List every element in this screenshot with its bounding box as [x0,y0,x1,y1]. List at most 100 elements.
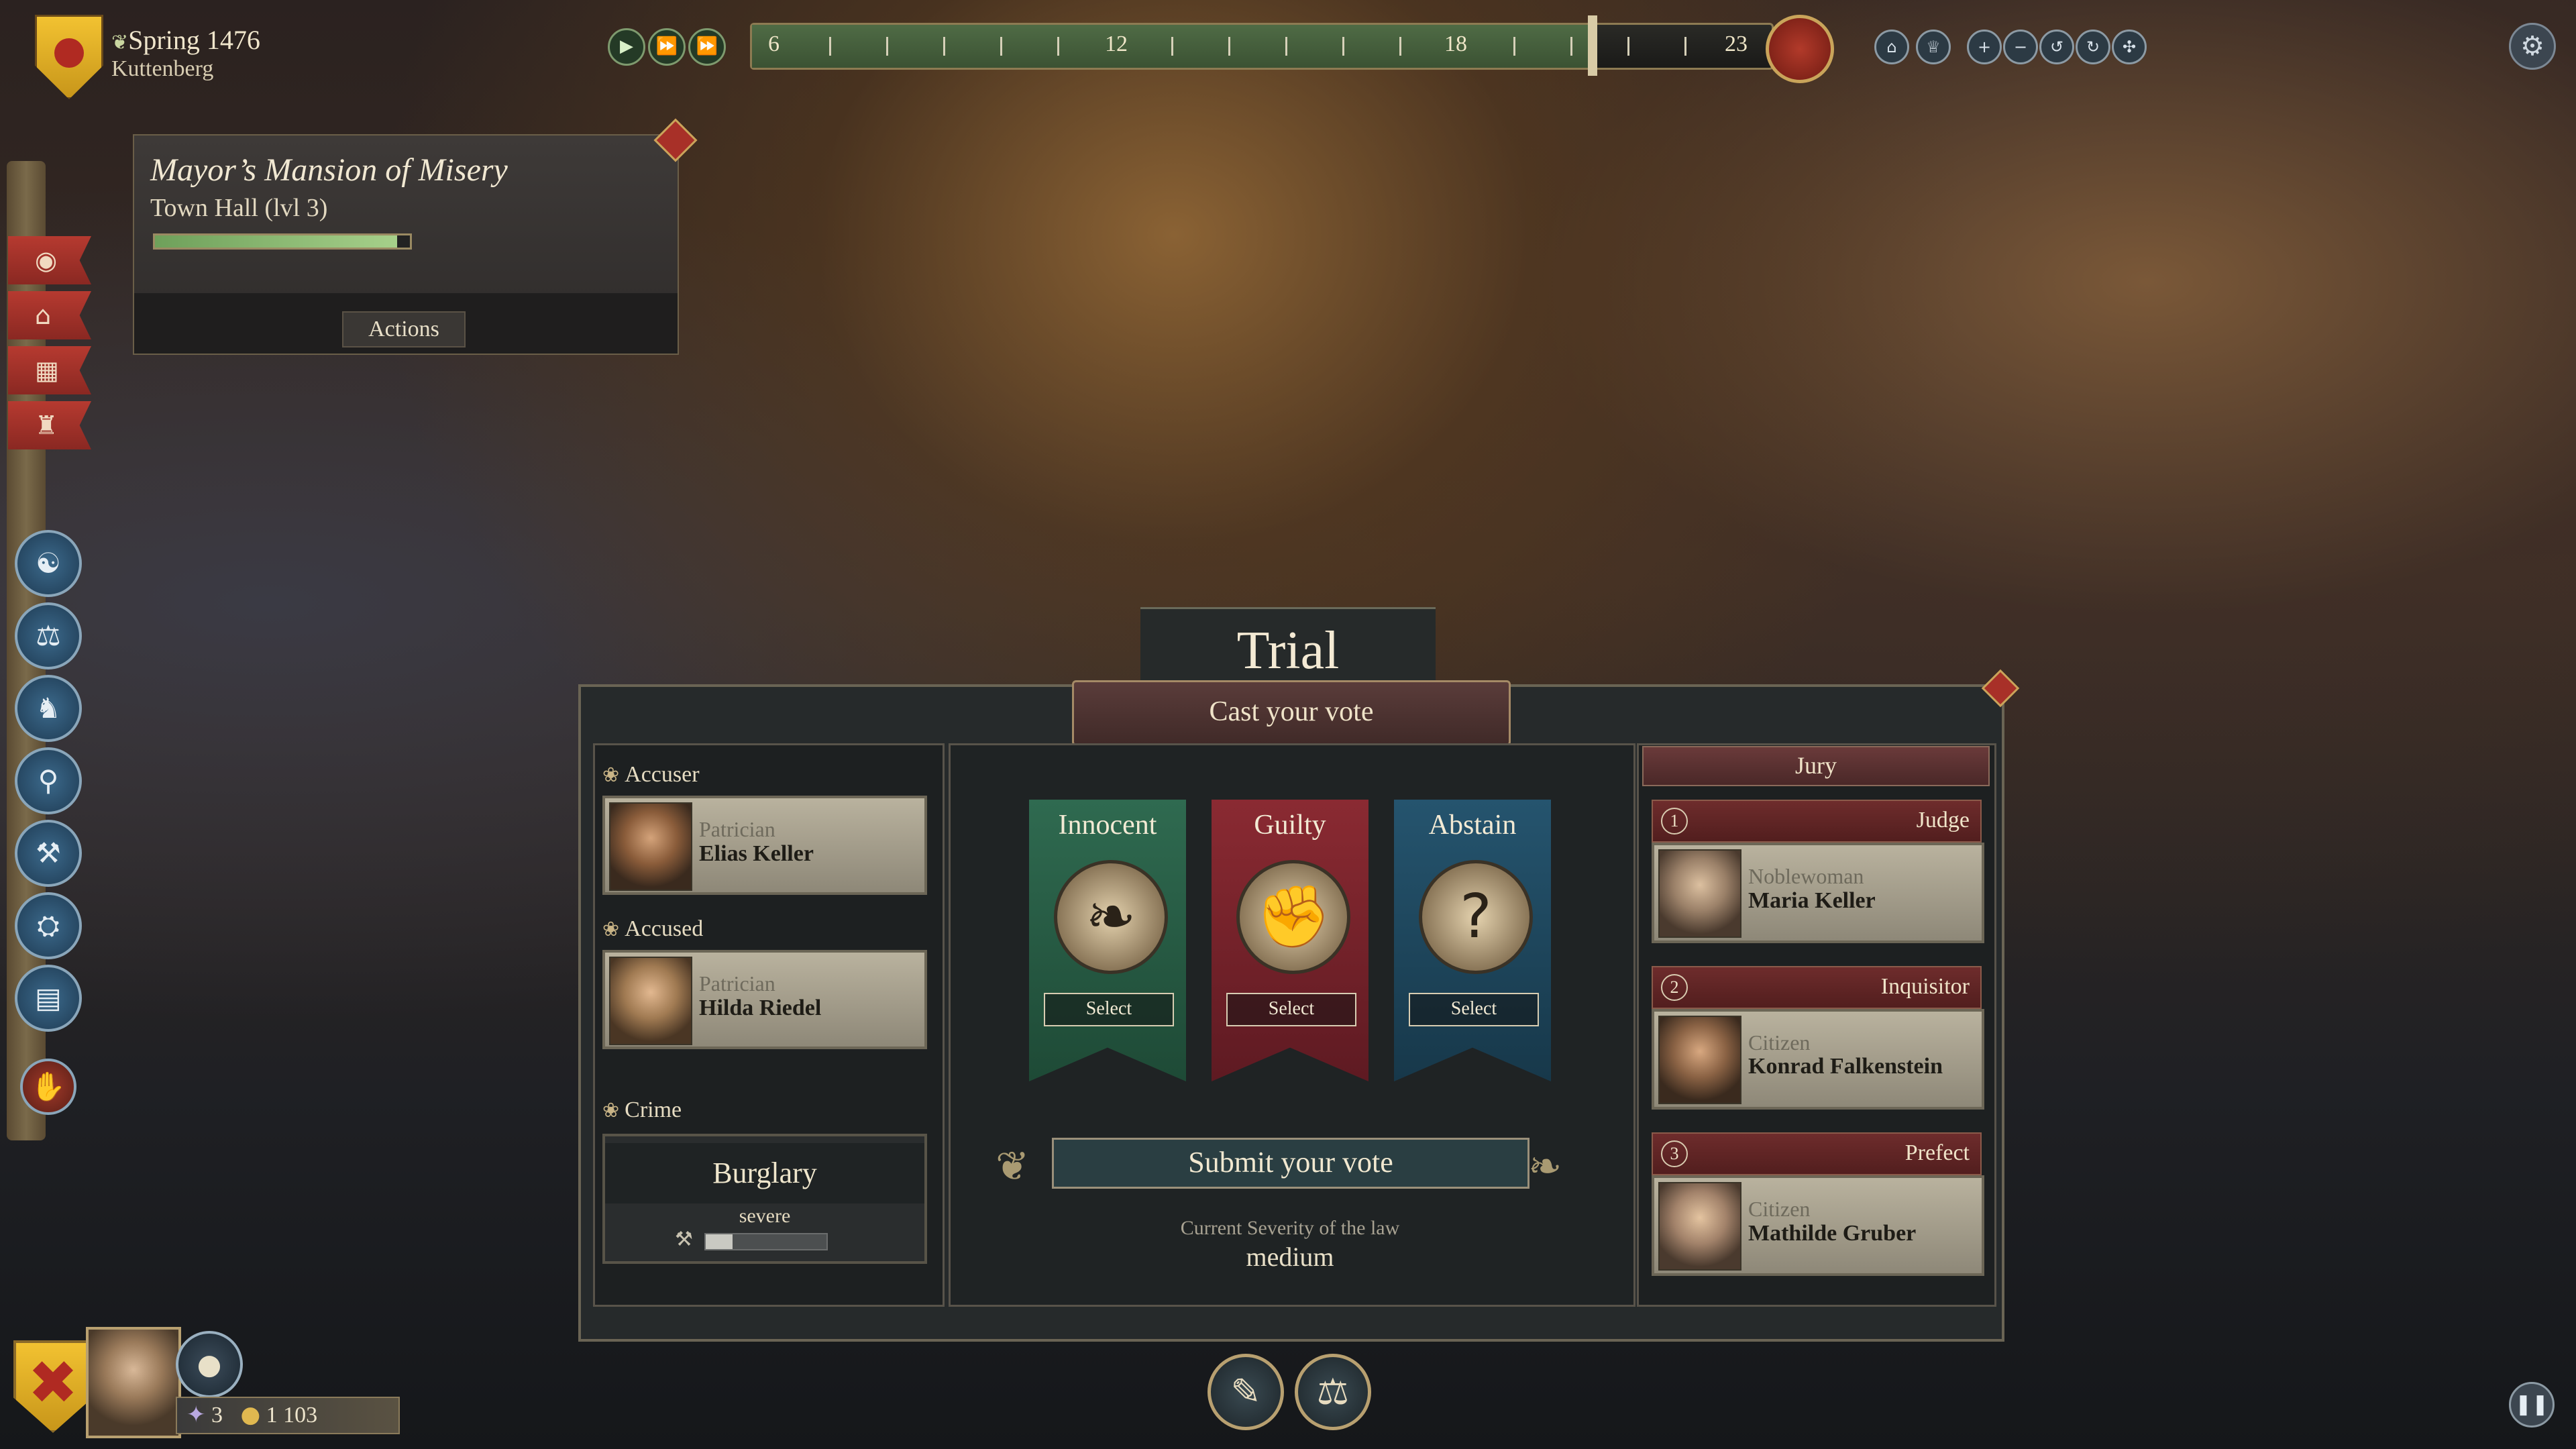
season-year: ❦Spring 1476 [111,25,260,55]
prefect-card[interactable]: Citizen Mathilde Gruber [1652,1175,1984,1276]
abstain-select-button[interactable]: Select [1409,993,1539,1026]
trial-title: Trial [1236,621,1340,680]
accused-name: Hilda Riedel [699,996,822,1020]
jury-role-name: Prefect [1904,1140,1970,1165]
player-portrait[interactable] [86,1327,181,1438]
family-shield-icon[interactable]: ✖ [13,1340,93,1433]
accused-role: Patrician [699,971,775,996]
gold-value: 1 103 [266,1403,318,1428]
inquisitor-portrait [1658,1016,1741,1104]
building-panel: Mayor’s Mansion of Misery Town Hall (lvl… [133,134,679,355]
timeline-marker[interactable] [1588,15,1597,76]
accuser-name: Elias Keller [699,841,814,866]
abstain-title: Abstain [1428,810,1517,841]
judge-card[interactable]: Noblewoman Maria Keller [1652,843,1984,943]
innocent-banner[interactable]: Innocent ❧ Select [1029,800,1186,1081]
building-progress-fill [155,235,397,248]
ornament-right-icon: ❧ [1528,1143,1562,1190]
jury-header: Jury [1642,746,1990,786]
timeline-label: 12 [1105,32,1128,56]
home-icon[interactable]: ⌂ [1874,30,1909,64]
crime-box: Burglary severe ⚒ [602,1134,927,1264]
fast-forward-icon[interactable]: ⏩ [648,28,686,66]
abstain-banner[interactable]: Abstain ? Select [1394,800,1551,1081]
crime-name: Burglary [605,1143,924,1203]
question-icon: ? [1419,860,1533,974]
actions-button[interactable]: Actions [342,311,466,347]
inquisitor-name: Konrad Falkenstein [1748,1054,1943,1079]
accused-card[interactable]: Patrician Hilda Riedel [602,950,927,1049]
hammer-icon[interactable]: ⚒ [15,820,82,887]
law-severity-value: medium [1246,1242,1334,1272]
timeline-label: 23 [1725,32,1748,56]
cart-icon[interactable]: ⛭ [15,892,82,959]
influence-value: 3 [211,1403,223,1428]
prefect-name: Mathilde Gruber [1748,1221,1917,1246]
guilty-banner[interactable]: Guilty ✊ Select [1212,800,1368,1081]
crime-label: Crime [602,1097,682,1123]
law-severity-label: Current Severity of the law [1180,1217,1400,1239]
scales-icon[interactable]: ⚖ [15,602,82,669]
chess-piece-icon[interactable]: ♞ [15,675,82,742]
ledger-icon[interactable]: ▤ [15,965,82,1032]
accuser-label: Accuser [602,762,699,788]
guilty-title: Guilty [1254,810,1326,841]
purse-icon[interactable]: ● [176,1331,243,1398]
pause-icon[interactable]: ❚❚ [2509,1382,2555,1428]
innocent-title: Innocent [1058,810,1157,841]
rotate-left-icon[interactable]: ↺ [2039,30,2074,64]
innocent-select-button[interactable]: Select [1044,993,1174,1026]
decree-icon[interactable]: ✎ [1208,1354,1284,1430]
jury-role-prefect: 3 Prefect [1652,1132,1982,1175]
timeline-tick [1000,37,1002,56]
accuser-role: Patrician [699,817,775,841]
magnifier-icon[interactable]: ⚲ [15,747,82,814]
quest-scroll-button[interactable] [1766,15,1834,83]
submit-vote-button[interactable]: Submit your vote [1052,1138,1529,1189]
accuser-card[interactable]: Patrician Elias Keller [602,796,927,895]
day-timeline[interactable]: 6 12 18 23 [750,15,1774,76]
coins-tab-icon[interactable]: ◉ [8,236,91,284]
town-crest-icon[interactable] [35,15,103,99]
zoom-out-icon[interactable]: − [2003,30,2038,64]
prefect-portrait [1658,1182,1741,1271]
judge-rank: Noblewoman [1748,864,1864,888]
castle-tab-icon[interactable]: ♜ [8,401,91,449]
timeline-tick [886,37,888,56]
settings-gear-icon[interactable]: ⚙ [2509,23,2556,70]
guilty-select-button[interactable]: Select [1226,993,1356,1026]
crime-severity: severe [739,1205,791,1227]
timeline-tick [1684,37,1686,56]
jury-role-inquisitor: 2 Inquisitor [1652,966,1982,1009]
justice-scales-icon[interactable]: ⚖ [1295,1354,1371,1430]
timeline-tick [1399,37,1401,56]
play-icon[interactable]: ▶ [608,28,645,66]
accused-portrait [609,957,692,1045]
handshake-icon[interactable]: ☯ [15,530,82,597]
market-tab-icon[interactable]: ▦ [8,346,91,394]
ornament-left-icon: ❦ [996,1143,1030,1190]
building-name: Mayor’s Mansion of Misery [150,152,508,188]
rotate-right-icon[interactable]: ↻ [2076,30,2110,64]
compass-icon[interactable]: ✣ [2112,30,2147,64]
jury-number: 3 [1661,1140,1688,1167]
house-tab-icon[interactable]: ⌂ [8,291,91,339]
inquisitor-card[interactable]: Citizen Konrad Falkenstein [1652,1009,1984,1110]
inquisitor-rank: Citizen [1748,1030,1811,1055]
gloves-icon[interactable]: ✋ [20,1059,76,1115]
timeline-tick [1513,37,1515,56]
crown-icon[interactable]: ♕ [1916,30,1951,64]
building-progress-bar [153,233,412,250]
timeline-tick [1171,37,1173,56]
zoom-in-icon[interactable]: + [1967,30,2002,64]
timeline-tick [943,37,945,56]
fastest-forward-icon[interactable]: ⏩ [688,28,726,66]
judge-portrait [1658,849,1741,938]
dove-icon: ❧ [1054,860,1168,974]
influence-icon: ✦ [186,1401,206,1428]
timeline-tick [1342,37,1344,56]
resource-bar: ✦ 3 ● 1 103 [176,1397,400,1434]
cast-vote-header: Cast your vote [1072,680,1511,746]
timeline-label: 18 [1444,32,1467,56]
jury-role-name: Judge [1916,808,1970,833]
